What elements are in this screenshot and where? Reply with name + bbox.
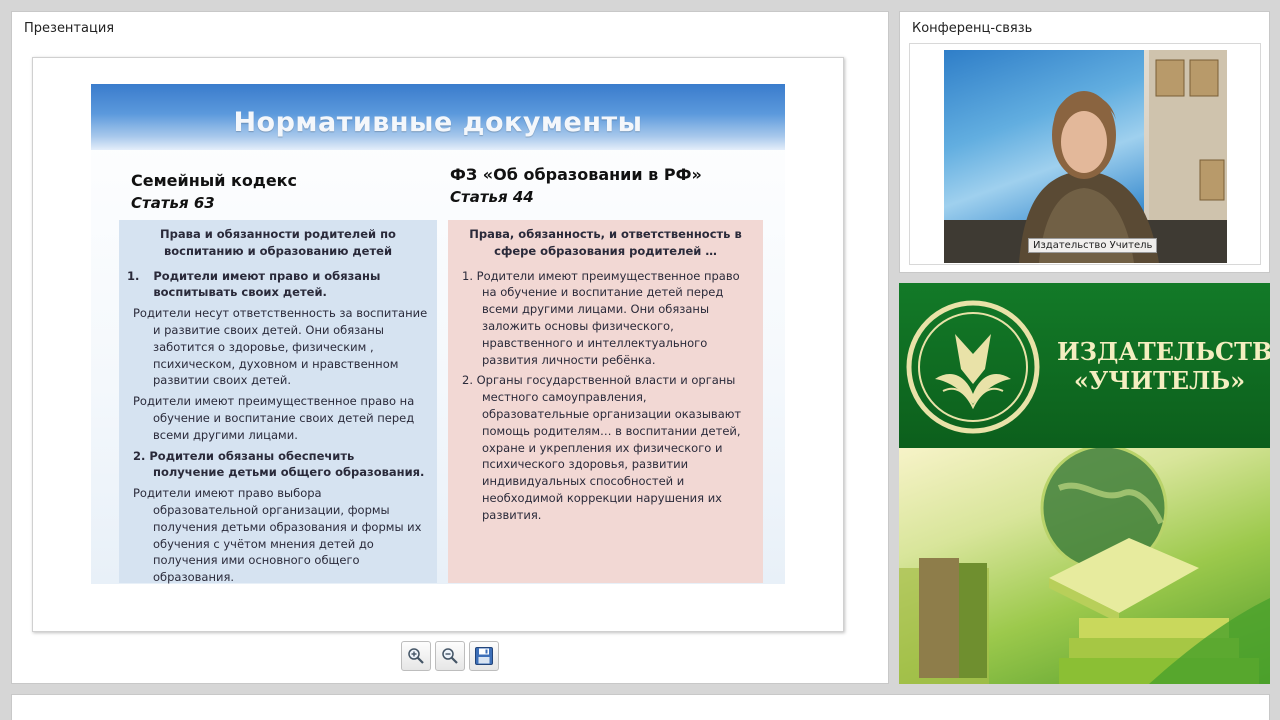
left-heading: Семейный кодекс — [131, 171, 298, 190]
publisher-name: ИЗДАТЕЛЬСТВО «УЧИТЕЛЬ» — [1057, 337, 1270, 395]
right-subheading: Статья 44 — [450, 188, 534, 206]
conference-panel: Конференц-связь Издательство Учитель — [899, 11, 1270, 273]
right-content-box: Права, обязанность, и ответственность в … — [448, 220, 763, 583]
publisher-header: ИЗДАТЕЛЬСТВО «УЧИТЕЛЬ» — [899, 283, 1270, 448]
speaker-image — [944, 50, 1227, 263]
left-item-1: 1. Родители имеют право и обязаны воспит… — [127, 268, 429, 302]
right-box-heading: Права, обязанность, и ответственность в … — [469, 227, 742, 258]
right-item-2: 2. Органы государственной власти и орган… — [462, 373, 742, 522]
left-column-heading: Семейный кодекс Статья 63 — [131, 170, 297, 214]
left-subheading: Статья 63 — [131, 194, 215, 212]
video-caption: Издательство Учитель — [1028, 238, 1158, 253]
left-paragraph-1: Родители несут ответственность за воспит… — [133, 306, 428, 388]
publisher-name-line-1: ИЗДАТЕЛЬСТВО — [1057, 337, 1270, 366]
presentation-panel: Презентация Нормативные документы Семейн… — [11, 11, 889, 684]
presentation-title: Презентация — [24, 21, 115, 36]
bottom-bar — [11, 694, 1270, 720]
left-content-box: Права и обязанности родителей по воспита… — [119, 220, 437, 585]
zoom-in-icon — [408, 648, 424, 664]
slide: Нормативные документы Семейный кодекс Ст… — [91, 84, 785, 584]
conference-title: Конференц-связь — [912, 21, 1033, 36]
left-item-1-number: 1. — [127, 268, 140, 283]
publisher-banner: ИЗДАТЕЛЬСТВО «УЧИТЕЛЬ» — [899, 283, 1270, 684]
video-frame[interactable]: Издательство Учитель — [909, 43, 1261, 265]
save-button[interactable] — [469, 641, 499, 671]
books-globe-illustration — [899, 444, 1270, 684]
left-paragraph-3: Родители имеют право выбора образователь… — [133, 486, 422, 585]
publisher-logo-icon — [906, 300, 1040, 434]
right-item-1: 1. Родители имеют преимущественное право… — [462, 268, 740, 367]
slide-toolbar — [401, 641, 499, 671]
left-item-2: 2. Родители обязаны обеспечить получение… — [133, 448, 425, 480]
slide-title: Нормативные документы — [233, 107, 643, 138]
right-column-heading: ФЗ «Об образовании в РФ» Статья 44 — [450, 164, 702, 208]
publisher-name-line-2: «УЧИТЕЛЬ» — [1073, 366, 1246, 395]
left-box-heading: Права и обязанности родителей по воспита… — [160, 227, 396, 258]
left-paragraph-2: Родители имеют преимущественное право на… — [133, 394, 415, 442]
video-feed: Издательство Учитель — [944, 50, 1227, 263]
slide-viewer[interactable]: Нормативные документы Семейный кодекс Ст… — [32, 57, 844, 632]
zoom-out-icon — [442, 648, 458, 664]
publisher-books-image — [899, 444, 1270, 684]
left-item-1-text: Родители имеют право и обязаны воспитыва… — [153, 268, 381, 300]
zoom-in-button[interactable] — [401, 641, 431, 671]
save-icon — [475, 647, 493, 665]
right-heading: ФЗ «Об образовании в РФ» — [450, 165, 702, 184]
zoom-out-button[interactable] — [435, 641, 465, 671]
